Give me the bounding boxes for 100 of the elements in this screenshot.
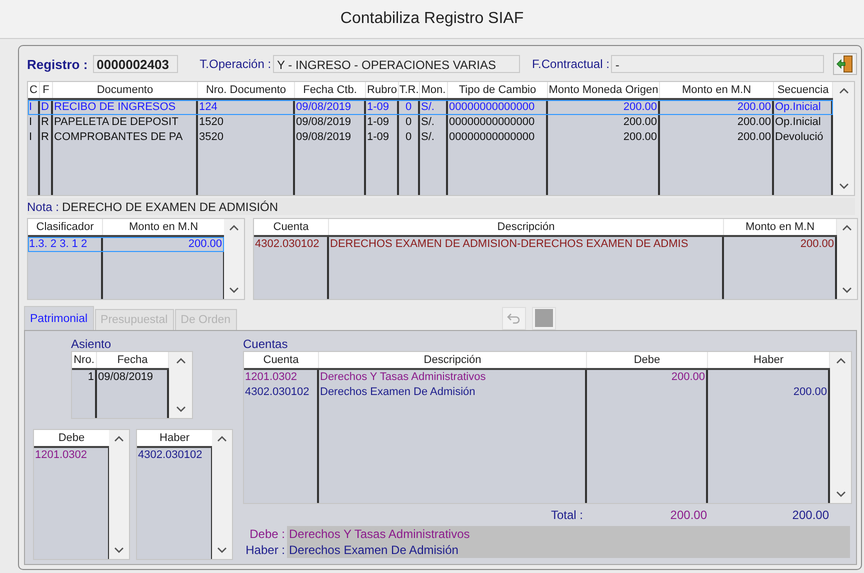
table-cell: 1 [72,370,97,385]
column-header[interactable]: Descripción [319,352,587,368]
door-arrow-icon [836,55,854,73]
column-header[interactable]: Debe [587,352,708,368]
table-cell: 1-09 [366,100,399,115]
tab[interactable]: Patrimonial [24,306,94,330]
scroll-down-icon[interactable] [174,404,186,414]
section-label: Asiento [71,337,112,351]
table-cell: 4302.030102 [244,385,319,400]
table-cell: D [40,100,53,115]
table-cell: I [28,115,40,130]
column-header[interactable]: Nro. [72,352,97,368]
table-cell: 00000000000000 [448,130,548,145]
column-header[interactable]: Cuenta [254,219,329,235]
table-cell: 09/08/2019 [295,130,366,145]
total-haber: 200.00 [791,508,829,524]
column-header[interactable]: Tipo de Cambio [448,82,548,98]
square-icon [534,309,553,327]
scroll-down-icon[interactable] [216,545,228,555]
table-cell: R [40,130,53,145]
table-cell: 1201.0302 [244,370,319,385]
table-cell: Derechos Y Tasas Administrativos [319,370,587,385]
table-cell: COMPROBANTES DE PA [53,130,198,145]
table-cell: 1.3. 2 3. 1 2 [28,237,103,252]
table-cell: DERECHOS EXAMEN DE ADMISION-DERECHOS EXAMEN DE ADMIS [329,237,724,252]
table-cell: 200.00 [660,100,774,115]
nota-field[interactable]: DERECHO DE EXAMEN DE ADMISIÓN [62,200,278,214]
scroll-up-icon[interactable] [174,356,186,366]
scroll-up-icon[interactable] [216,434,228,444]
table-cell: 200.00 [587,370,708,385]
table-cell: I [28,100,40,115]
column-header[interactable]: Documento [53,82,198,98]
exit-button[interactable] [833,53,858,75]
section-label: Cuentas [243,337,289,351]
table-cell: 0 [399,115,420,130]
table-cell: S/. [420,100,448,115]
summary-text: Derechos Y Tasas Administrativos [289,526,471,542]
column-header[interactable]: Monto Moneda Origen [548,82,660,98]
scroll-down-icon[interactable] [228,285,240,295]
table-cell: 00000000000000 [448,115,548,130]
scroll-up-icon[interactable] [228,223,240,233]
total-label: Total : [550,508,584,524]
table-cell: I [28,130,40,145]
table-cell: 00000000000000 [448,100,548,115]
field-label: Haber : [246,542,285,558]
scroll-down-icon[interactable] [838,181,850,191]
scroll-up-icon[interactable] [834,356,846,366]
scroll-up-icon[interactable] [841,223,853,233]
table-cell: 200.00 [660,115,774,130]
table-cell: 0 [399,130,420,145]
column-header[interactable]: Fecha Ctb. [295,82,366,98]
table-cell: 124 [198,100,295,115]
scroll-up-icon[interactable] [113,434,125,444]
column-header[interactable]: Rubro [366,82,399,98]
operacion-field[interactable]: Y - INGRESO - OPERACIONES VARIAS [273,55,520,73]
table-cell: Derechos Examen De Admisión [319,385,587,400]
undo-icon [506,312,521,324]
table-cell: RECIBO DE INGRESOS [53,100,198,115]
table-cell: 0 [399,100,420,115]
table-cell: 200.00 [660,130,774,145]
column-header[interactable]: Cuenta [244,352,319,368]
table-cell: 09/08/2019 [295,115,366,130]
scroll-up-icon[interactable] [838,86,850,96]
field-label: Nota : [27,200,60,214]
column-header[interactable]: Descripción [329,219,724,235]
table-cell: 200.00 [548,100,660,115]
table-cell: S/. [420,115,448,130]
table-cell: R [40,115,53,130]
contractual-field[interactable]: - [611,55,824,73]
table-row[interactable]: I R COMPROBANTES DE PA 3520 09/08/2019 1-09 0 S/. 00000000000000 200.00 200.00 Devolució [28,130,833,145]
table-cell: 200.00 [548,115,660,130]
table-cell: 3520 [198,130,295,145]
scroll-down-icon[interactable] [841,285,853,295]
scroll-down-icon[interactable] [113,545,125,555]
table-cell: 4302.030102 [254,237,329,252]
table-cell: 09/08/2019 [295,100,366,115]
column-header[interactable]: Mon. [420,82,448,98]
field-label: Debe : [250,526,285,542]
column-header[interactable]: T.R. [399,82,420,98]
table-cell: 1-09 [366,115,399,130]
scroll-down-icon[interactable] [834,489,846,500]
summary-text: Derechos Examen De Admisión [289,542,460,558]
column-header[interactable]: F [40,82,53,98]
table-cell: PAPELETA DE DEPOSIT [53,115,198,130]
window-title: Contabiliza Registro SIAF [340,10,524,28]
registro-field[interactable]: 0000002403 [92,55,178,73]
table-cell: S/. [420,130,448,145]
column-header[interactable]: C [28,82,40,98]
table-cell: 1520 [198,115,295,130]
column-header[interactable]: Nro. Documento [198,82,295,98]
table-row[interactable]: I R PAPELETA DE DEPOSIT 1520 09/08/2019 1-09 0 S/. 00000000000000 200.00 200.00 Op.Inicial [28,115,833,130]
table-cell: 1-09 [366,130,399,145]
field-label: T.Operación : [200,57,272,71]
table-cell: 200.00 [548,130,660,145]
field-label: F.Contractual : [532,57,610,71]
column-header[interactable]: Monto en M.N [660,82,774,98]
table-row[interactable]: I D RECIBO DE INGRESOS 124 09/08/2019 1-09 0 S/. 00000000000000 200.00 200.00 Op.Inicial [28,100,833,115]
column-header[interactable]: Clasificador [28,219,103,235]
field-label: Registro : [27,56,88,72]
total-debe: 200.00 [669,508,707,524]
